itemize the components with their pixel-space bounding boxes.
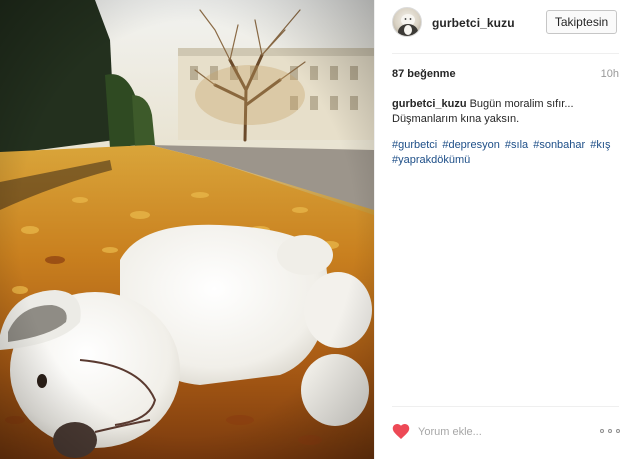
comment-divider — [392, 406, 619, 407]
hashtag-link[interactable]: #sıla — [505, 139, 528, 151]
post-header: gurbetci_kuzu Takiptesin — [375, 0, 635, 48]
more-options-icon[interactable] — [600, 425, 620, 437]
like-count[interactable]: 87 beğenme — [392, 68, 456, 80]
instagram-post: gurbetci_kuzu Takiptesin 87 beğenme 10h … — [0, 0, 635, 459]
caption-username-link[interactable]: gurbetci_kuzu — [392, 98, 467, 110]
comment-bar — [392, 421, 620, 443]
comment-input[interactable] — [418, 422, 568, 442]
avatar-icon[interactable] — [392, 7, 422, 37]
hashtag-list: #gurbetci #depresyon #sıla #sonbahar #kı… — [392, 138, 620, 168]
dot — [616, 429, 620, 433]
post-caption: gurbetci_kuzu Bugün moralim sıfır... Düşm… — [392, 97, 620, 127]
hashtag-link[interactable]: #sonbahar — [533, 139, 585, 151]
heart-icon[interactable] — [392, 423, 410, 440]
hashtag-link[interactable]: #yaprakdökümü — [392, 154, 470, 166]
dot — [600, 429, 604, 433]
post-photo[interactable] — [0, 0, 374, 459]
hashtag-link[interactable]: #depresyon — [442, 139, 500, 151]
dot — [608, 429, 612, 433]
following-button[interactable]: Takiptesin — [546, 10, 617, 34]
hashtag-link[interactable]: #gurbetci — [392, 139, 437, 151]
header-divider — [392, 53, 619, 54]
post-side-panel: gurbetci_kuzu Takiptesin 87 beğenme 10h … — [374, 0, 635, 459]
post-timestamp: 10h — [600, 68, 619, 80]
teddy-bear-on-autumn-leaves-image — [0, 0, 374, 459]
username-link[interactable]: gurbetci_kuzu — [432, 16, 515, 30]
hashtag-link[interactable]: #kış — [590, 139, 610, 151]
